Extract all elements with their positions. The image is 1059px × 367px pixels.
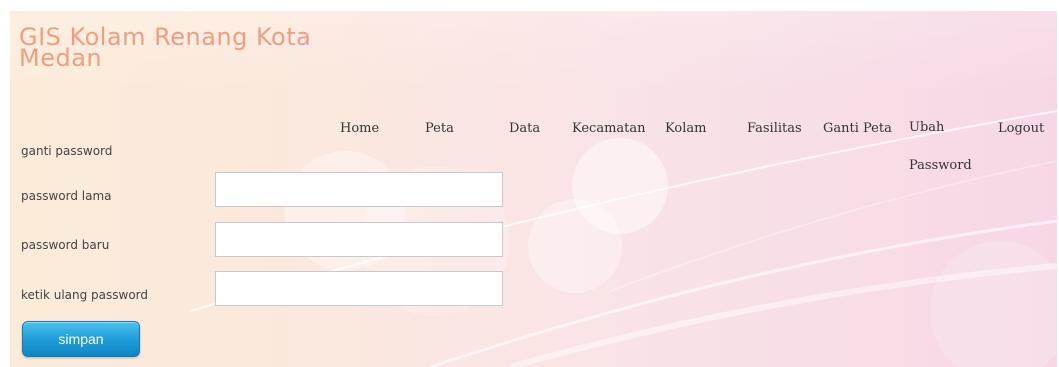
nav-ubah-password[interactable]: Ubah Password [909, 109, 972, 185]
new-password-label: password baru [21, 238, 110, 252]
bokeh-circle [528, 199, 622, 293]
nav-data[interactable]: Data [509, 121, 540, 136]
content-frame: GIS Kolam Renang Kota Medan Home Peta Da… [10, 11, 1057, 367]
bokeh-circle [930, 241, 1057, 367]
nav-ganti-peta[interactable]: Ganti Peta [823, 121, 892, 136]
nav-kecamatan[interactable]: Kecamatan [572, 121, 646, 136]
save-button[interactable]: simpan [22, 321, 140, 357]
nav-fasilitas[interactable]: Fasilitas [747, 121, 802, 136]
confirm-password-label: ketik ulang password [21, 288, 149, 302]
nav-kolam[interactable]: Kolam [665, 121, 706, 136]
page: GIS Kolam Renang Kota Medan Home Peta Da… [0, 0, 1059, 367]
old-password-input[interactable] [215, 172, 503, 207]
nav-logout[interactable]: Logout [998, 121, 1044, 136]
old-password-label: password lama [21, 189, 112, 203]
new-password-input[interactable] [215, 222, 503, 257]
form-heading: ganti password [21, 144, 113, 158]
confirm-password-input[interactable] [215, 271, 503, 306]
nav-peta[interactable]: Peta [425, 121, 454, 136]
nav-home[interactable]: Home [340, 121, 379, 136]
site-title: GIS Kolam Renang Kota Medan [19, 23, 312, 72]
